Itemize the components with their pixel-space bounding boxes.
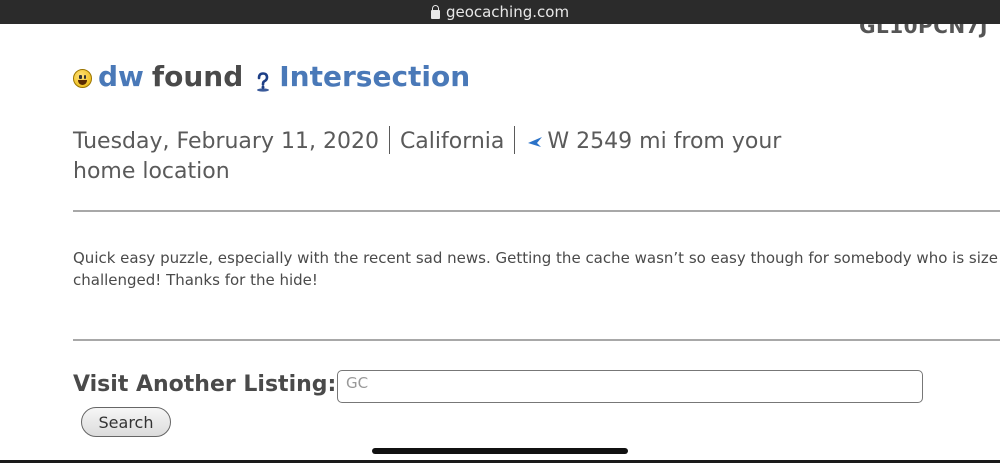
log-location: California bbox=[399, 129, 505, 154]
home-indicator bbox=[372, 448, 628, 454]
browser-domain: geocaching.com bbox=[445, 3, 570, 21]
visit-listing-label: Visit Another Listing: bbox=[73, 372, 337, 397]
meta-separator bbox=[388, 126, 390, 154]
divider bbox=[73, 210, 1000, 212]
cache-name-link[interactable]: Intersection bbox=[279, 60, 470, 93]
browser-address-bar[interactable]: geocaching.com bbox=[0, 0, 1000, 24]
smiley-icon bbox=[73, 69, 92, 88]
log-meta: Tuesday, February 11, 2020 California W 25… bbox=[73, 126, 793, 187]
direction-arrow-icon bbox=[528, 137, 543, 147]
search-button[interactable]: Search bbox=[81, 407, 171, 437]
page-content: GL10PCN7J dw found Intersection Tuesday,… bbox=[0, 24, 1000, 463]
log-action: found bbox=[151, 60, 244, 93]
log-title: dw found Intersection bbox=[73, 60, 470, 93]
mystery-cache-icon bbox=[257, 72, 270, 92]
gc-code: GL10PCN7J bbox=[859, 24, 988, 38]
meta-separator bbox=[514, 126, 516, 154]
lock-icon bbox=[430, 4, 440, 19]
gc-code-input[interactable] bbox=[337, 370, 923, 403]
log-text: Quick easy puzzle, especially with the r… bbox=[73, 249, 998, 289]
divider bbox=[73, 339, 1000, 341]
log-date: Tuesday, February 11, 2020 bbox=[73, 129, 379, 154]
username-link[interactable]: dw bbox=[98, 60, 144, 93]
